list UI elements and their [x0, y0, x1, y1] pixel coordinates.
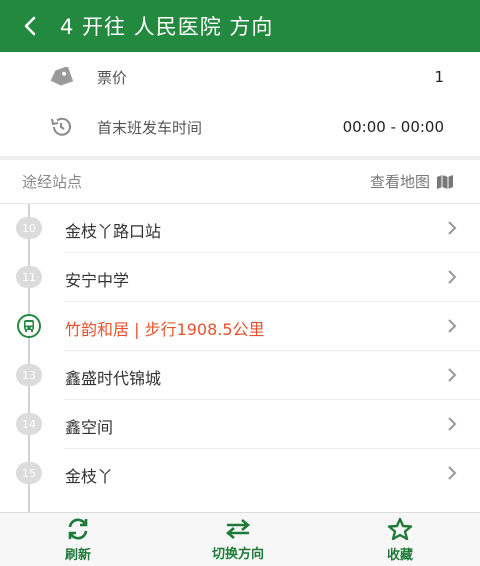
- fare-label: 票价: [97, 68, 128, 87]
- page-title: 4 开往 人民医院 方向: [60, 15, 274, 39]
- stop-name: 安宁中学: [65, 271, 130, 290]
- fare-value: 1: [434, 68, 444, 86]
- stops-panel: 途经站点 查看地图 10 金枝丫路口站 11 安宁中学 竹韵和居 | 步行190…: [0, 160, 480, 512]
- stop-number: 10: [16, 217, 42, 239]
- clock-history-icon: [48, 114, 74, 140]
- switch-direction-label: 切换方向: [211, 547, 264, 562]
- chevron-right-icon: [448, 270, 457, 284]
- favorite-button[interactable]: 收藏: [368, 513, 432, 566]
- stop-name: 鑫盛时代锦城: [65, 369, 162, 388]
- favorite-label: 收藏: [386, 548, 413, 563]
- stop-item[interactable]: 13 鑫盛时代锦城: [0, 351, 480, 400]
- schedule-row: 首末班发车时间 00:00 - 00:00: [0, 102, 480, 152]
- stop-name: 竹韵和居 | 步行1908.5公里: [65, 320, 265, 339]
- stop-item[interactable]: 15 金枝丫: [0, 449, 480, 498]
- top-app-bar: 4 开往 人民医院 方向: [0, 0, 480, 52]
- chevron-right-icon: [448, 417, 457, 431]
- stop-name: 鑫空间: [65, 418, 114, 437]
- stop-number: 14: [16, 413, 42, 435]
- stop-number: 11: [16, 266, 42, 288]
- stop-item[interactable]: 14 鑫空间: [0, 400, 480, 449]
- bus-icon: [17, 314, 41, 338]
- chevron-right-icon: [448, 221, 457, 235]
- stop-item-current[interactable]: 竹韵和居 | 步行1908.5公里: [0, 302, 480, 351]
- switch-direction-button[interactable]: 切换方向: [196, 513, 280, 566]
- refresh-icon: [68, 518, 88, 540]
- switch-direction-icon: [225, 519, 251, 539]
- stop-name: 金枝丫路口站: [65, 222, 162, 241]
- stop-number: 15: [16, 462, 42, 484]
- refresh-button[interactable]: 刷新: [46, 513, 110, 566]
- schedule-value: 00:00 - 00:00: [342, 118, 444, 136]
- route-info-panel: 票价 1 首末班发车时间 00:00 - 00:00: [0, 52, 480, 156]
- schedule-label: 首末班发车时间: [97, 118, 203, 137]
- map-icon: [437, 174, 453, 189]
- stops-title: 途经站点: [22, 173, 83, 191]
- stops-header: 途经站点 查看地图: [0, 160, 480, 204]
- stop-item[interactable]: 10 金枝丫路口站: [0, 204, 480, 253]
- stop-item[interactable]: 11 安宁中学: [0, 253, 480, 302]
- stop-number: 13: [16, 364, 42, 386]
- star-icon: [387, 517, 413, 541]
- chevron-right-icon: [448, 319, 457, 333]
- back-button[interactable]: [0, 0, 60, 52]
- chevron-right-icon: [448, 368, 457, 382]
- ticket-tag-icon: [48, 64, 74, 90]
- chevron-right-icon: [448, 466, 457, 480]
- fare-row: 票价 1: [0, 52, 480, 102]
- stop-name: 金枝丫: [65, 467, 114, 486]
- view-map-label: 查看地图: [369, 173, 430, 191]
- refresh-label: 刷新: [64, 548, 91, 563]
- back-arrow-icon: [24, 16, 36, 36]
- bottom-action-bar: 刷新 切换方向 收藏: [0, 512, 480, 566]
- view-map-link[interactable]: 查看地图: [370, 171, 454, 192]
